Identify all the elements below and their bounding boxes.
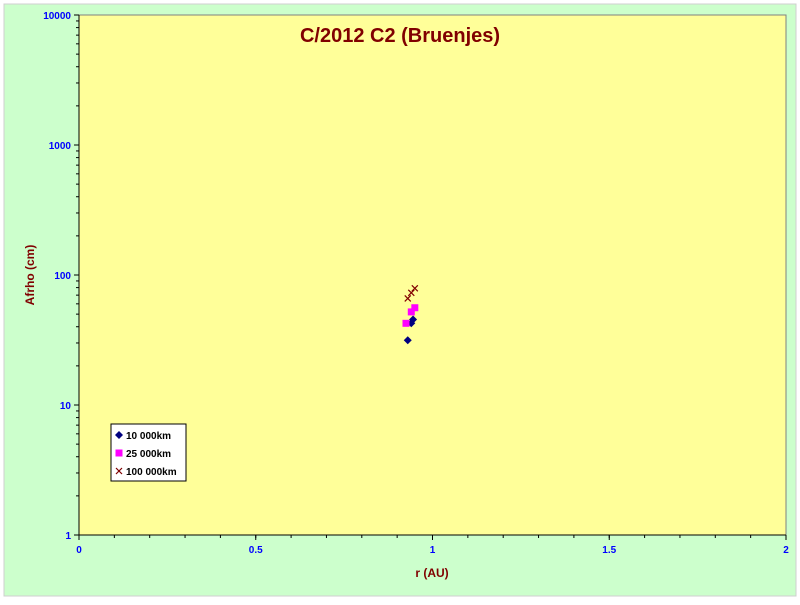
y-axis-title: Afrho (cm) [23,245,37,306]
x-tick-label: 2 [783,545,789,556]
x-tick-label: 0.5 [249,545,263,556]
x-axis-title: r (AU) [415,566,448,580]
y-tick-label: 1000 [49,141,72,152]
x-tick-label: 1.5 [602,545,616,556]
legend: 10 000km 25 000km 100 000km [110,423,187,482]
legend-marker-square [115,449,123,457]
y-tick-label: 1 [65,531,71,542]
y-tick-label: 100 [54,271,71,282]
x-tick-label: 1 [430,545,436,556]
data-point-square [411,304,419,312]
legend-label: 100 000km [126,467,177,478]
legend-label: 10 000km [126,431,171,442]
data-point-square [402,319,410,327]
legend-label: 25 000km [126,449,171,460]
y-tick-label: 10000 [43,11,71,22]
chart-container: C/2012 C2 (Bruenjes) 0 0.5 1 1.5 2 1 10 100 1000… [0,0,800,600]
chart-title: C/2012 C2 (Bruenjes) [300,25,500,47]
y-tick-label: 10 [60,401,72,412]
x-tick-label: 0 [76,545,82,556]
chart-svg: C/2012 C2 (Bruenjes) 0 0.5 1 1.5 2 1 10 100 1000… [0,0,800,600]
